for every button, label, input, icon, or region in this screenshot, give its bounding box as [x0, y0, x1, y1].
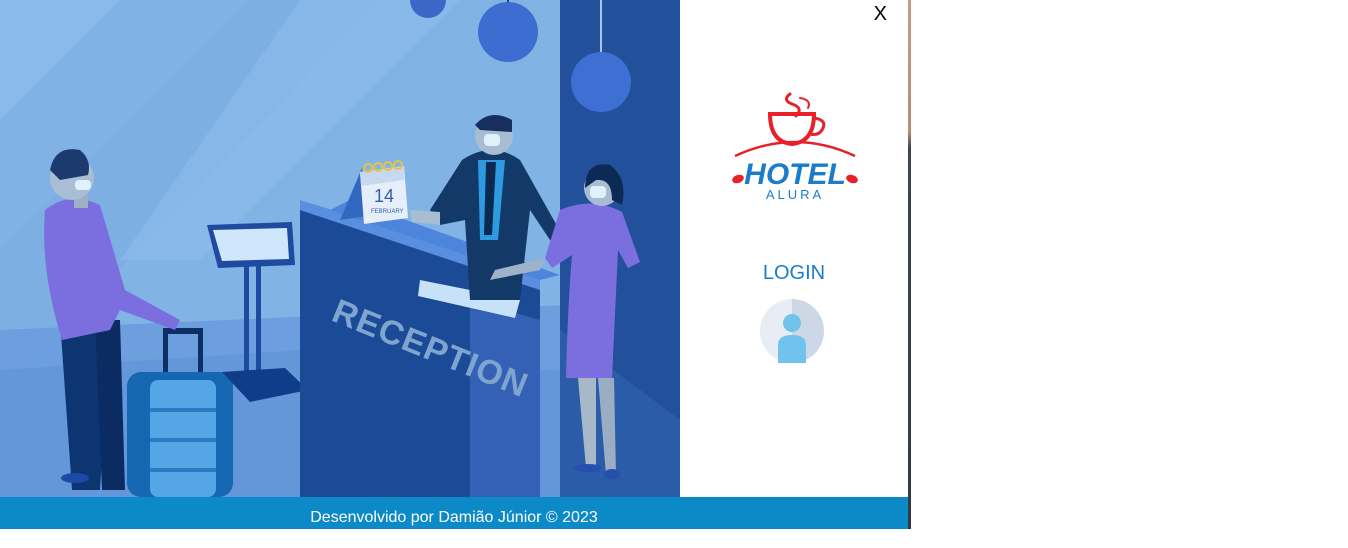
- login-user-button[interactable]: [760, 299, 824, 363]
- footer-bar: Desenvolvido por Damião Júnior © 2023: [0, 497, 908, 529]
- hotel-alura-logo: HOTEL ALURA: [730, 90, 860, 205]
- login-link[interactable]: LOGIN: [680, 262, 908, 285]
- close-button[interactable]: X: [874, 4, 887, 24]
- footer-credit: Desenvolvido por Damião Júnior © 2023: [310, 509, 598, 526]
- calendar-day: 14: [374, 186, 394, 206]
- login-panel: X HOTEL ALURA LOGIN: [680, 0, 908, 497]
- logo-subtext: ALURA: [766, 187, 824, 202]
- login-window: RECEPTION 14 FEBRUARY X HOTEL ALURA LOGI…: [0, 0, 908, 529]
- window-edge: [908, 0, 911, 529]
- calendar-month: FEBRUARY: [371, 209, 404, 215]
- hero-illustration: RECEPTION 14 FEBRUARY: [0, 0, 680, 497]
- user-icon: [760, 299, 824, 363]
